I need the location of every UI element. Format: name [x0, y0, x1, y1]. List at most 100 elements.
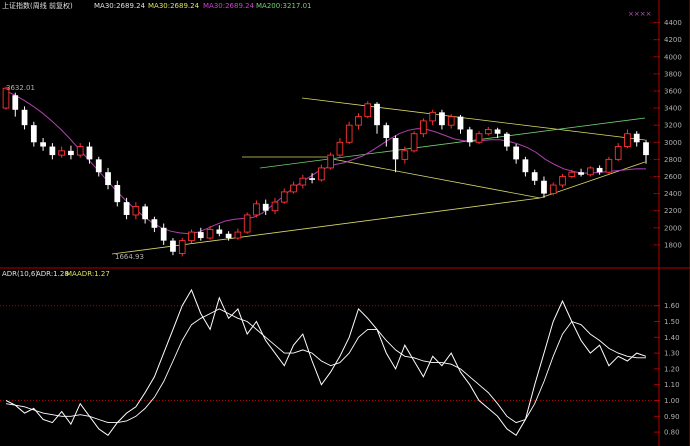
stars-marker: ×××× — [628, 10, 651, 18]
price-tick-label: 2400 — [664, 190, 682, 198]
candle-body-down — [494, 129, 501, 134]
candle-body-down — [383, 125, 390, 138]
candle-body-up — [271, 201, 279, 212]
candle-body-down — [457, 116, 464, 130]
adr-tick-label: 1.40 — [664, 334, 680, 342]
candle-body-up — [614, 146, 622, 160]
candle-body-up — [327, 154, 334, 169]
candle-body-down — [216, 229, 223, 234]
chart-background — [0, 0, 690, 446]
candle-body-up — [587, 167, 594, 176]
index-title: 上证指数(周线 前复权) — [2, 1, 73, 10]
adr-tick-label: 0.80 — [664, 429, 680, 437]
price-tick-label: 4200 — [664, 36, 682, 44]
candle-body-down — [392, 138, 399, 160]
candle-body-down — [12, 95, 19, 110]
low-annotation: 1664.93 — [115, 253, 144, 261]
candle-body-down — [503, 133, 510, 147]
candle-body-down — [151, 219, 158, 228]
candle-body-up — [234, 231, 242, 239]
candle-body-down — [513, 146, 520, 160]
adr-tick-label: 1.30 — [664, 350, 680, 358]
candle-body-down — [596, 167, 603, 173]
adr-tick-label: 1.50 — [664, 318, 680, 326]
candle-body-up — [318, 167, 325, 181]
candle-body-up — [188, 231, 195, 242]
adr-value-label: ADR:1.28 — [36, 270, 69, 278]
candle-body-up — [364, 103, 372, 118]
price-tick-label: 2000 — [664, 224, 682, 232]
candle-body-down — [262, 203, 269, 211]
candle-body-down — [225, 233, 232, 239]
candle-body-down — [374, 103, 380, 126]
candle-body-up — [447, 116, 455, 126]
candle-body-up — [484, 128, 492, 135]
candle-body-down — [123, 202, 130, 215]
adr-tick-label: 1.20 — [664, 365, 680, 373]
candle-body-down — [522, 159, 529, 173]
adr-indicator-name: ADR(10,6) — [2, 270, 38, 278]
candle-body-up — [410, 133, 418, 152]
stock-chart: 上证指数(周线 前复权) MA30:2689.24 MA30:2689.24 M… — [0, 0, 690, 446]
candle-body-down — [68, 150, 74, 156]
ma200-label: MA200:3217.01 — [256, 2, 312, 10]
candle-body-up — [429, 111, 436, 122]
candle-body-up — [253, 203, 260, 216]
adr-tick-label: 1.00 — [664, 397, 680, 405]
candle-body-up — [58, 150, 65, 156]
candle-body-down — [466, 129, 473, 143]
adr-tick-label: 1.60 — [664, 302, 680, 310]
price-tick-label: 4000 — [664, 53, 682, 61]
candle-body-up — [178, 240, 186, 254]
price-tick-label: 3800 — [664, 70, 682, 78]
candle-body-up — [355, 116, 362, 126]
candle-body-up — [336, 141, 344, 156]
price-tick-label: 2200 — [664, 207, 682, 215]
candle-body-down — [309, 178, 315, 180]
candle-body-down — [40, 142, 46, 147]
ma-c-label: MA30:2689.24 — [203, 2, 255, 10]
candle-body-up — [290, 184, 297, 193]
candle-body-down — [578, 172, 584, 175]
price-tick-label: 2800 — [664, 156, 682, 164]
candle-body-up — [475, 133, 483, 143]
price-tick-label: 3000 — [664, 139, 682, 147]
candle-body-up — [568, 171, 576, 177]
candle-body-up — [280, 191, 288, 203]
candle-body-down — [49, 146, 56, 156]
ma-b-label: MA30:2689.24 — [148, 2, 200, 10]
candle-body-down — [197, 232, 204, 239]
price-tick-label: 4400 — [664, 19, 682, 27]
price-tick-label: 3400 — [664, 105, 682, 113]
candle-body-down — [541, 180, 547, 194]
candle-body-down — [643, 142, 649, 156]
candle-body-up — [420, 120, 427, 135]
adr-tick-label: 1.10 — [664, 381, 680, 389]
candle-body-down — [30, 125, 37, 143]
candle-body-up — [559, 176, 566, 186]
high-annotation: 3632.01 — [6, 84, 35, 92]
candle-body-down — [142, 206, 149, 220]
price-tick-label: 1800 — [664, 241, 682, 249]
candle-body-down — [114, 185, 121, 203]
candle-body-up — [76, 146, 84, 156]
candle-body-down — [439, 112, 445, 126]
candle-body-down — [170, 240, 176, 252]
candle-body-down — [105, 172, 111, 186]
candle-body-up — [132, 205, 140, 216]
candle-body-up — [243, 214, 251, 233]
candle-body-down — [633, 133, 640, 143]
candle-body-down — [531, 172, 538, 181]
candle-body-up — [401, 150, 409, 160]
candle-body-up — [345, 124, 353, 143]
price-tick-label: 3200 — [664, 122, 682, 130]
candle-body-up — [299, 177, 307, 186]
maadr-value-label: MAADR:1.27 — [66, 270, 110, 278]
candle-body-up — [624, 133, 631, 148]
candle-body-up — [605, 158, 613, 173]
price-tick-label: 3600 — [664, 87, 682, 95]
candle-body-up — [549, 184, 557, 195]
price-tick-label: 2600 — [664, 173, 682, 181]
candle-body-down — [160, 227, 167, 241]
candle-body-up — [206, 229, 214, 239]
